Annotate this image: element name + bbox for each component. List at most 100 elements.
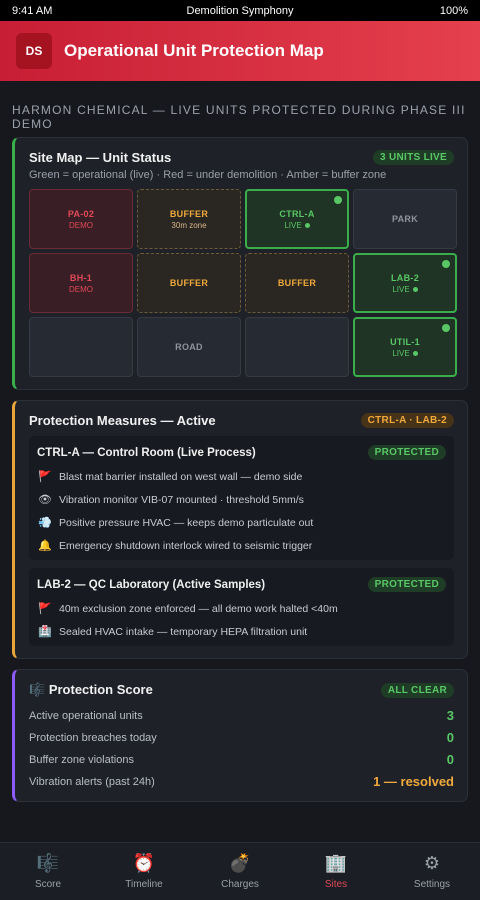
live-dot-icon	[304, 222, 310, 228]
site-map-title: Site Map — Unit Status	[29, 150, 172, 165]
score-label: Buffer zone violations	[29, 753, 134, 766]
map-cell-empty[interactable]	[29, 317, 133, 377]
map-cell-status: DEMO	[69, 284, 93, 294]
gear-icon: ⚙	[423, 853, 441, 873]
score-title: 🎼 Protection Score	[29, 682, 153, 698]
protected-units-list: CTRL-A — Control Room (Live Process) PROT…	[29, 436, 454, 646]
live-indicator-icon	[442, 260, 450, 268]
measure-text: Blast mat barrier installed on west wall…	[59, 470, 303, 483]
site-map-grid: PA-02 DEMO BUFFER 30m zone CTRL-A LIVE PARK BH-…	[29, 189, 457, 377]
bottom-tab-bar: 🎼 Score ⏰ Timeline 💣 Charges 🏢 Sites ⚙ Settings	[0, 842, 480, 900]
eye-icon: 👁	[38, 494, 52, 506]
tab-settings[interactable]: ⚙ Settings	[384, 843, 480, 900]
map-cell-name: PARK	[391, 214, 419, 224]
live-indicator-icon	[442, 324, 450, 332]
map-cell-name: ROAD	[175, 342, 203, 352]
alarm-clock-icon: ⏰	[132, 853, 156, 873]
score-value: 1 — resolved	[373, 774, 454, 789]
measure-item: 🚩 Blast mat barrier installed on west wal…	[37, 470, 446, 484]
protection-card: Protection Measures — Active CTRL-A · LA…	[12, 400, 468, 659]
all-clear-badge: ALL CLEAR	[380, 682, 454, 698]
map-cell-util-1[interactable]: UTIL-1 LIVE	[353, 317, 457, 377]
measure-item: 🏥 Sealed HVAC intake — temporary HEPA fil…	[37, 625, 446, 639]
map-cell-status: 30m zone	[171, 220, 207, 230]
tab-sites[interactable]: 🏢 Sites	[288, 843, 384, 900]
map-cell-status: DEMO	[69, 220, 93, 230]
score-title-text: Protection Score	[48, 682, 153, 697]
measure-item: 👁 Vibration monitor VIB-07 mounted · thre…	[37, 493, 446, 507]
score-label: Vibration alerts (past 24h)	[29, 775, 155, 788]
map-cell-empty[interactable]	[245, 317, 349, 377]
bell-icon: 🔔	[38, 540, 52, 552]
page-title: Operational Unit Protection Map	[64, 41, 324, 60]
protected-unit-title: LAB-2 — QC Laboratory (Active Samples)	[37, 578, 266, 591]
score-value: 0	[446, 752, 454, 767]
score-value: 0	[446, 730, 454, 745]
tab-label: Timeline	[125, 879, 163, 890]
tab-label: Charges	[221, 879, 259, 890]
tab-label: Settings	[413, 879, 451, 890]
score-value: 3	[446, 708, 454, 723]
status-battery: 100%	[439, 4, 468, 17]
measure-item: 🚩 40m exclusion zone enforced — all demo …	[37, 602, 446, 616]
protection-units-badge: CTRL-A · LAB-2	[360, 413, 454, 428]
map-cell-name: CTRL-A	[279, 208, 315, 219]
protection-score-card: 🎼 Protection Score ALL CLEAR Active oper…	[12, 669, 468, 802]
bomb-icon: 💣	[228, 853, 252, 873]
units-live-badge: 3 UNITS LIVE	[373, 150, 454, 165]
map-cell-status: LIVE	[392, 285, 418, 294]
map-cell-park[interactable]: PARK	[353, 189, 457, 249]
protected-unit-title: CTRL-A — Control Room (Live Process)	[37, 446, 256, 459]
protected-unit-header: CTRL-A — Control Room (Live Process) PROT…	[37, 445, 446, 460]
map-cell-road[interactable]: ROAD	[137, 317, 241, 377]
measure-item: 🔔 Emergency shutdown interlock wired to s…	[37, 539, 446, 553]
tab-timeline[interactable]: ⏰ Timeline	[96, 843, 192, 900]
measure-text: Positive pressure HVAC — keeps demo part…	[59, 516, 314, 529]
live-dot-icon	[412, 286, 418, 292]
measure-text: Vibration monitor VIB-07 mounted · thres…	[59, 493, 304, 506]
score-row: Buffer zone violations 0	[29, 752, 454, 767]
map-cell-name: UTIL-1	[390, 336, 420, 347]
protected-badge: PROTECTED	[367, 445, 446, 460]
map-cell-pa-02[interactable]: PA-02 DEMO	[29, 189, 133, 249]
map-cell-status: LIVE	[284, 221, 310, 230]
map-cell-name: BUFFER	[277, 278, 317, 288]
protected-unit-card: CTRL-A — Control Room (Live Process) PROT…	[29, 436, 454, 560]
map-cell-buffer[interactable]: BUFFER 30m zone	[137, 189, 241, 249]
score-row: Protection breaches today 0	[29, 730, 454, 745]
score-label: Active operational units	[29, 709, 143, 722]
measure-item: 💨 Positive pressure HVAC — keeps demo par…	[37, 516, 446, 530]
score-row: Active operational units 3	[29, 708, 454, 723]
map-cell-status: LIVE	[392, 349, 418, 358]
map-cell-lab-2[interactable]: LAB-2 LIVE	[353, 253, 457, 313]
tab-score[interactable]: 🎼 Score	[0, 843, 96, 900]
measure-text: Sealed HVAC intake — temporary HEPA filt…	[59, 625, 308, 638]
app-header: DS Operational Unit Protection Map	[0, 21, 480, 81]
app-logo: DS	[16, 33, 52, 69]
measure-text: 40m exclusion zone enforced — all demo w…	[59, 602, 338, 615]
score-row: Vibration alerts (past 24h) 1 — resolved	[29, 774, 454, 789]
flag-icon: 🚩	[38, 603, 52, 615]
air-icon: 💨	[38, 517, 52, 529]
map-cell-name: LAB-2	[391, 272, 419, 283]
status-app-title: Demolition Symphony	[186, 4, 294, 17]
score-label: Protection breaches today	[29, 731, 157, 744]
map-cell-name: PA-02	[67, 208, 95, 219]
tab-charges[interactable]: 💣 Charges	[192, 843, 288, 900]
map-cell-name: BUFFER	[169, 278, 209, 288]
site-map-card: Site Map — Unit Status 3 UNITS LIVE Gree…	[12, 137, 468, 390]
site-map-legend: Green = operational (live) · Red = under…	[29, 169, 387, 181]
live-dot-icon	[412, 350, 418, 356]
map-cell-ctrl-a[interactable]: CTRL-A LIVE	[245, 189, 349, 249]
score-rows: Active operational units 3 Protection brea…	[29, 708, 454, 789]
protected-unit-card: LAB-2 — QC Laboratory (Active Samples) PR…	[29, 568, 454, 646]
protected-badge: PROTECTED	[367, 577, 446, 592]
status-bar: 9:41 AM Demolition Symphony 100%	[0, 0, 480, 21]
protected-unit-header: LAB-2 — QC Laboratory (Active Samples) PR…	[37, 577, 446, 592]
map-cell-bh-1[interactable]: BH-1 DEMO	[29, 253, 133, 313]
tab-label: Score	[34, 879, 62, 890]
live-indicator-icon	[334, 196, 342, 204]
map-cell-name: BH-1	[69, 272, 93, 283]
map-cell-buffer[interactable]: BUFFER	[245, 253, 349, 313]
map-cell-buffer[interactable]: BUFFER	[137, 253, 241, 313]
